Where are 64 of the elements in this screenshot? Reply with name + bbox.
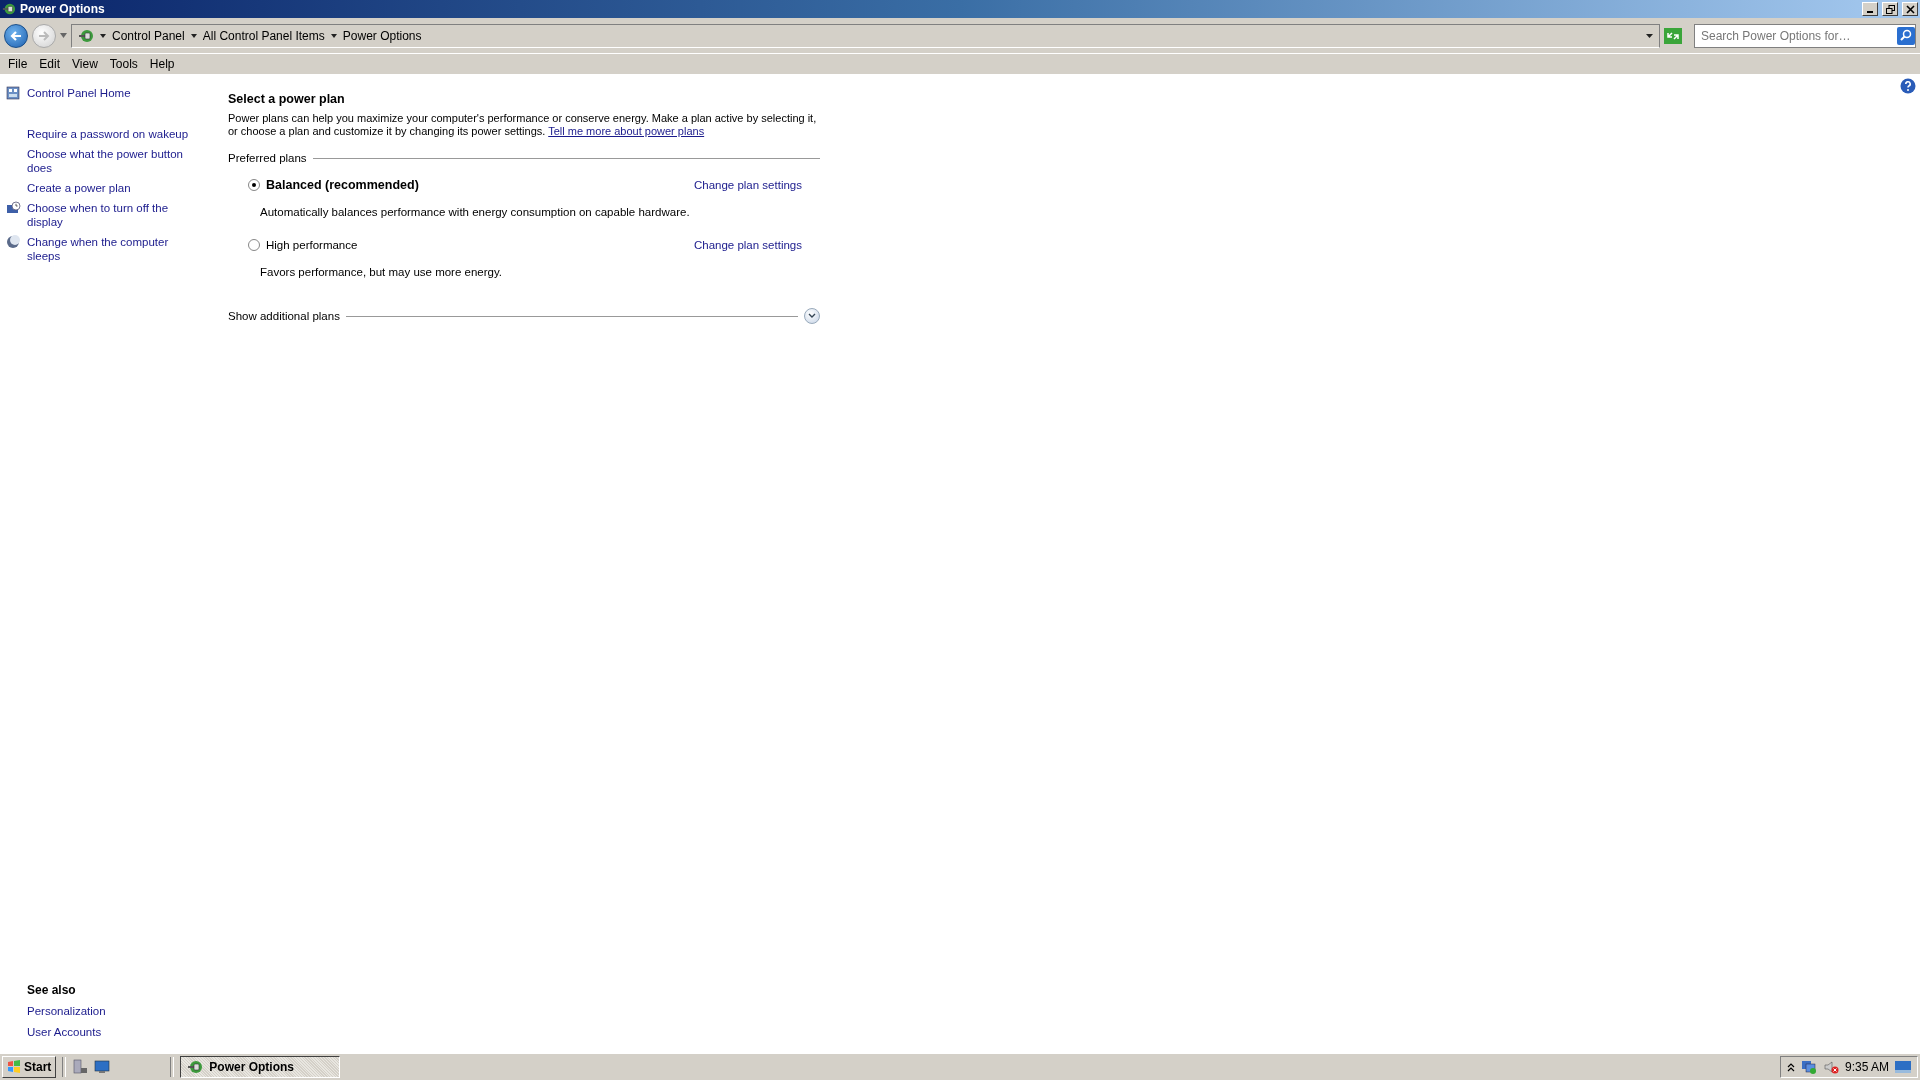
sidebar-link[interactable]: Create a power plan <box>27 181 192 195</box>
back-button[interactable] <box>4 23 28 48</box>
close-icon <box>1905 4 1915 14</box>
sidebar-link[interactable]: Require a password on wakeup <box>27 127 192 141</box>
moon-icon <box>6 235 20 249</box>
menu-item[interactable]: Edit <box>33 57 67 71</box>
page-heading: Select a power plan <box>228 92 346 106</box>
see-also-link[interactable]: User Accounts <box>27 1025 206 1039</box>
chevron-down-icon <box>808 313 816 319</box>
help-icon[interactable] <box>1900 78 1916 94</box>
chevron-up-icon[interactable] <box>1786 1062 1795 1072</box>
network-icon[interactable] <box>1800 1059 1817 1075</box>
forward-arrow-icon <box>37 28 51 43</box>
monitor-clock-icon <box>6 201 21 215</box>
restore-button[interactable] <box>1882 2 1898 16</box>
show-desktop-icon[interactable] <box>1895 1061 1911 1073</box>
breadcrumb[interactable]: All Control Panel Items <box>202 28 325 43</box>
sidebar-link[interactable]: Control Panel Home <box>27 86 192 100</box>
search-field[interactable]: Search Power Options for… <box>1694 23 1916 48</box>
menu-item[interactable]: File <box>2 57 34 71</box>
plan-description: Favors performance, but may use more energy. <box>259 266 504 278</box>
expand-button[interactable] <box>804 308 820 324</box>
menu-item[interactable]: Help <box>143 57 181 71</box>
plan-description: Automatically balances performance with energy consumption on capable hardware. <box>259 206 691 218</box>
sidebar-link[interactable]: Choose when to turn off the display <box>27 201 192 229</box>
power-plug-icon <box>78 27 94 44</box>
dropdown-arrow-icon[interactable] <box>1646 33 1653 38</box>
control-panel-icon <box>6 86 20 100</box>
muted-speaker-icon[interactable] <box>1822 1059 1839 1075</box>
see-also-link[interactable]: Personalization <box>27 1004 206 1018</box>
see-also-heading: See also <box>27 983 77 997</box>
taskbar-button[interactable]: Power Options <box>180 1056 341 1078</box>
back-arrow-icon <box>9 28 23 43</box>
breadcrumb-arrow-icon[interactable] <box>190 33 197 38</box>
start-button[interactable]: Start <box>2 1056 57 1078</box>
plan-name: Balanced (recommended) <box>266 178 420 192</box>
change-plan-settings-link[interactable]: Change plan settings <box>693 238 802 252</box>
breadcrumb[interactable]: Control Panel <box>112 28 185 43</box>
menu-item[interactable]: View <box>66 57 104 71</box>
breadcrumb[interactable]: Power Options <box>342 28 422 43</box>
breadcrumb-arrow-icon[interactable] <box>330 33 337 38</box>
sidebar-link[interactable]: Choose what the power button does <box>27 147 192 175</box>
learn-more-link[interactable]: Tell me more about power plans <box>548 125 705 137</box>
desktop-icon[interactable] <box>94 1060 111 1074</box>
close-button[interactable] <box>1902 2 1918 16</box>
refresh-icon[interactable] <box>1664 27 1682 44</box>
description-text: Power plans can help you maximize your computer's performance or conserve energy. Make a plan active by selecting it, or choose a plan and customize it by changing its power settings. Tell me more about power plans <box>228 112 818 138</box>
power-plug-icon <box>2 2 16 16</box>
breadcrumb-arrow-icon[interactable] <box>100 33 106 38</box>
menu-item[interactable]: Tools <box>103 57 144 71</box>
windows-logo-icon <box>7 1060 21 1074</box>
minimize-button[interactable] <box>1862 2 1878 16</box>
address-bar[interactable]: Control Panel All Control Panel Items Power Options <box>71 23 1660 48</box>
sidebar-link[interactable]: Change when the computer sleeps <box>27 235 192 263</box>
plan-radio[interactable] <box>248 179 260 191</box>
restore-icon <box>1885 4 1895 14</box>
plan-radio[interactable] <box>248 239 260 251</box>
plan-name: High performance <box>266 239 359 251</box>
change-plan-settings-link[interactable]: Change plan settings <box>693 178 802 192</box>
window-title: Power Options <box>20 2 106 16</box>
search-icon[interactable] <box>1897 26 1915 45</box>
show-additional-plans-label: Show additional plans <box>228 310 340 322</box>
power-plug-icon <box>187 1059 204 1075</box>
section-label: Preferred plans <box>228 152 307 164</box>
